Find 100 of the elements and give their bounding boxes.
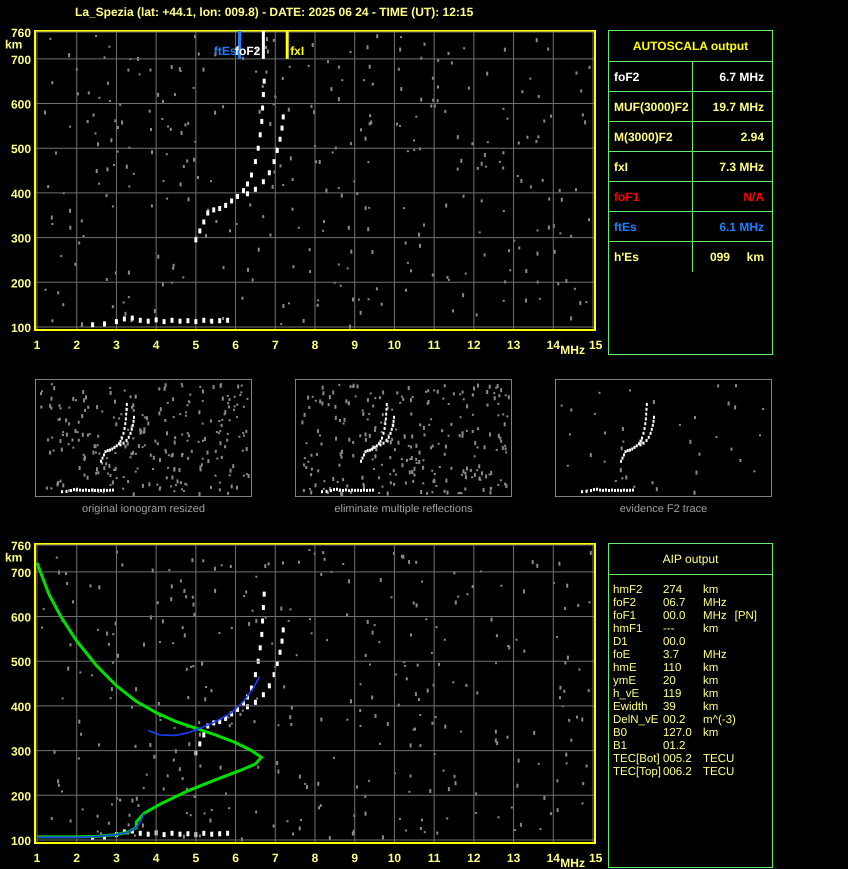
parameter-name: foF2	[613, 597, 638, 610]
parameter-name: D1	[613, 636, 629, 649]
x-tick-label: 4	[152, 338, 160, 352]
parameter-value: 127.0	[663, 727, 692, 740]
unit-label: MHz	[703, 610, 727, 623]
parameter-value: 00.0	[663, 610, 686, 623]
unit-label: km	[703, 727, 718, 740]
y-tick-label: 700	[10, 566, 31, 580]
x-tick-label: 11	[428, 338, 440, 352]
x-tick-label: 2	[73, 851, 80, 865]
parameter-name: hmE	[613, 662, 638, 675]
parameter-value: 119	[663, 688, 682, 701]
marker-label: ftEs	[214, 44, 237, 58]
x-tick-label: 10	[388, 338, 402, 352]
x-tick-label: 15	[589, 338, 602, 352]
y-tick-label: 600	[10, 98, 31, 112]
y-tick-label: 200	[10, 789, 31, 804]
x-tick-label: 9	[351, 338, 358, 352]
parameter-name: h_vE	[613, 688, 640, 701]
unit-label: km	[703, 662, 718, 675]
parameter-value: 274	[663, 584, 682, 597]
aip-title: AIP output	[662, 551, 718, 568]
thumbnail-caption: evidence F2 trace	[620, 503, 708, 515]
parameter-value: 00.2	[663, 714, 686, 727]
y-tick-label: 300	[10, 744, 31, 759]
y-tick-label: 760	[10, 539, 31, 553]
x-tick-label: 2	[73, 338, 80, 352]
thumbnail-caption: original ionogram resized	[82, 503, 205, 515]
unit-label: TECU	[703, 766, 734, 779]
x-tick-label: 15	[589, 851, 602, 865]
x-tick-label: 12	[467, 338, 481, 352]
x-tick-label: 7	[272, 851, 279, 865]
parameter-name: ymE	[613, 675, 637, 688]
x-tick-label: 11	[428, 851, 440, 865]
parameter-name: TEC[Bot]	[613, 753, 661, 766]
x-tick-label: 1	[34, 851, 40, 865]
x-tick-label: 7	[272, 338, 279, 352]
unit-label: MHz	[703, 649, 727, 662]
y-axis-label: km	[5, 38, 22, 52]
parameter-value: 099 km	[710, 249, 764, 266]
y-tick-label: 300	[10, 232, 31, 246]
unit-label: TECU	[703, 753, 734, 766]
unit-label: MHz	[703, 597, 727, 610]
x-tick-label: 5	[192, 851, 200, 865]
parameter-value: 006.2	[663, 766, 692, 779]
flag-label: [PN]	[734, 610, 758, 623]
y-axis-label: km	[5, 550, 22, 565]
x-axis-label: MHz	[560, 343, 585, 355]
unit-label: km	[703, 701, 718, 714]
x-axis-label: MHz	[560, 856, 585, 868]
parameter-name: hmF1	[613, 623, 644, 636]
x-tick-label: 14	[546, 338, 560, 352]
x-tick-label: 8	[312, 338, 318, 352]
y-tick-label: 200	[10, 276, 31, 290]
parameter-value: 39	[663, 701, 676, 714]
parameter-name: hmF2	[613, 584, 644, 597]
x-tick-label: 3	[113, 851, 120, 865]
x-tick-label: 3	[113, 338, 120, 352]
y-tick-label: 760	[10, 26, 31, 40]
parameter-value: 2.94	[740, 128, 764, 146]
y-tick-label: 500	[10, 142, 31, 156]
parameter-value: 7.3 MHz	[719, 158, 764, 176]
x-tick-label: 1	[34, 338, 40, 352]
parameter-name: B0	[613, 727, 628, 740]
y-tick-label: 100	[10, 834, 31, 848]
x-tick-label: 9	[351, 851, 358, 865]
parameter-name: fxI	[614, 158, 628, 176]
parameter-name: foF1	[613, 610, 638, 623]
parameter-value: N/A	[743, 188, 764, 206]
parameter-name: MUF(3000)F2	[614, 98, 689, 116]
x-tick-label: 5	[192, 338, 200, 352]
thumbnail-caption: eliminate multiple reflections	[334, 503, 473, 515]
parameter-value: 005.2	[663, 753, 692, 766]
x-tick-label: 14	[546, 851, 560, 865]
parameter-name: foF1	[614, 188, 640, 206]
parameter-name: DelN_vE	[613, 714, 660, 727]
parameter-name: h'Es	[614, 249, 639, 266]
parameter-value: 110	[663, 662, 682, 675]
parameter-value: 3.7	[663, 649, 679, 662]
station-header: La_Spezia (lat: +44.1, lon: 009.8) - DATE: 2025 06 24 - TIME (UT): 12:15	[75, 5, 474, 19]
unit-label: km	[703, 623, 718, 636]
parameter-name: ftEs	[614, 218, 637, 236]
y-tick-label: 100	[10, 321, 31, 335]
y-tick-label: 400	[10, 700, 31, 714]
parameter-value: 6.1 MHz	[719, 218, 764, 236]
y-tick-label: 400	[10, 186, 31, 201]
y-tick-label: 500	[10, 655, 31, 670]
x-tick-label: 10	[388, 851, 402, 865]
unit-label: km	[703, 688, 718, 701]
parameter-value: 6.7 MHz	[719, 68, 764, 86]
unit-label: km	[703, 675, 718, 688]
x-tick-label: 4	[152, 851, 160, 865]
unit-label: km	[703, 584, 718, 597]
parameter-name: TEC[Top]	[613, 766, 661, 779]
parameter-value: ---	[663, 623, 674, 636]
y-tick-label: 700	[10, 52, 31, 67]
parameter-value: 06.7	[663, 597, 686, 610]
x-tick-label: 12	[467, 851, 481, 865]
x-tick-label: 8	[312, 851, 318, 865]
x-tick-label: 6	[232, 338, 239, 352]
